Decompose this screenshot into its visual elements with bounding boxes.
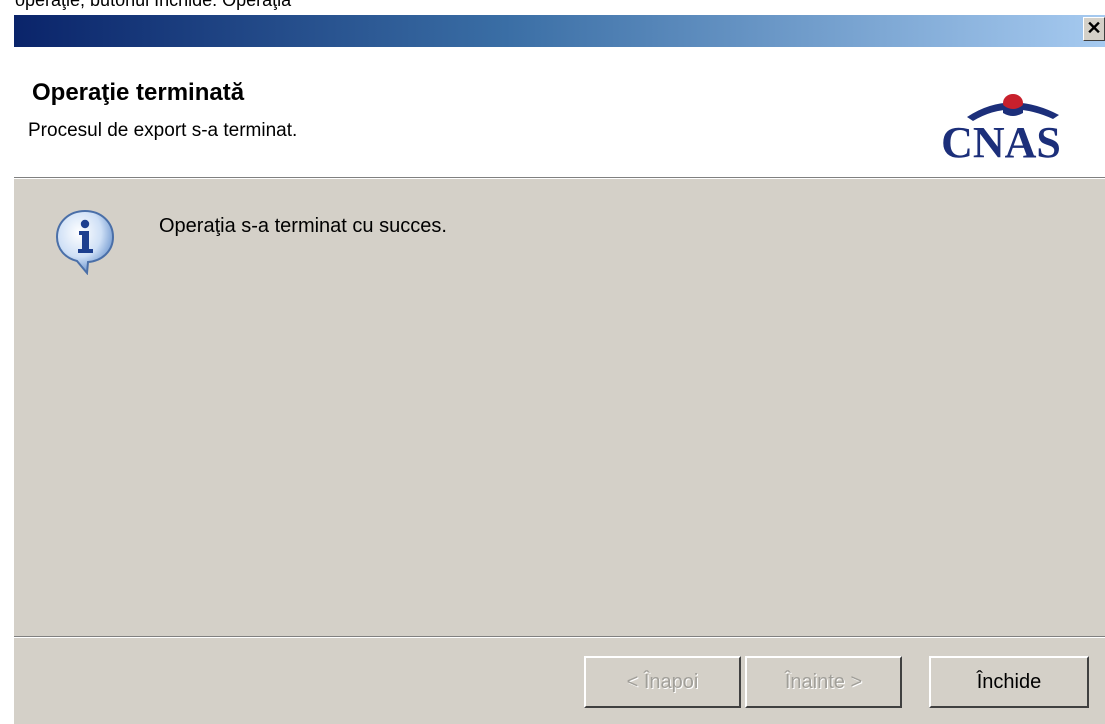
title-bar[interactable]: ✕ — [14, 15, 1105, 47]
background-text: operaţie, butonul Închide. Operaţia — [15, 0, 292, 10]
footer-divider-highlight — [14, 637, 1105, 638]
close-window-button[interactable]: ✕ — [1083, 17, 1105, 41]
back-button-label: < Înapoi — [626, 670, 699, 693]
next-button-label: Înainte > — [784, 670, 863, 693]
next-button[interactable]: Înainte > — [745, 656, 902, 708]
info-icon — [55, 209, 115, 276]
page-subtitle: Procesul de export s-a terminat. — [28, 120, 298, 141]
cnas-logo: CNAS — [919, 77, 1084, 167]
close-button-label: Închide — [976, 670, 1042, 693]
result-message: Operaţia s-a terminat cu succes. — [159, 215, 447, 237]
back-button[interactable]: < Înapoi — [584, 656, 741, 708]
page-title: Operaţie terminată — [32, 79, 245, 106]
close-icon: ✕ — [1086, 18, 1102, 38]
wizard-header: Operaţie terminată Procesul de export s-… — [14, 47, 1105, 178]
background-document-text: operaţie, butonul Închide. Operaţia — [0, 0, 1105, 15]
logo-text: CNAS — [941, 118, 1061, 162]
wizard-dialog: ✕ Operaţie terminată Procesul de export … — [14, 15, 1105, 724]
header-divider — [14, 178, 1105, 179]
finish-close-button[interactable]: Închide — [929, 656, 1089, 708]
